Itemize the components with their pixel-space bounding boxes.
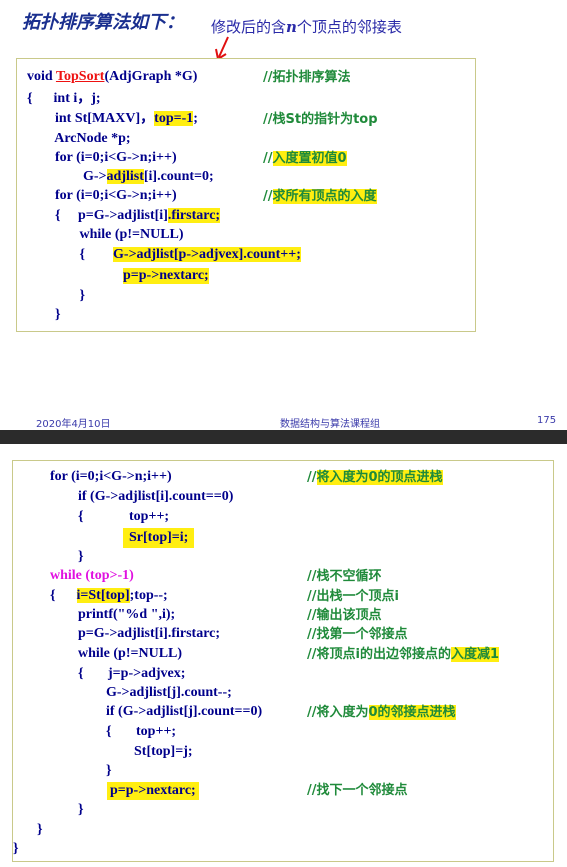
code-line: } — [13, 841, 19, 856]
code-line: { top++; — [50, 724, 177, 739]
highlight: 入度置初值0 — [272, 151, 347, 166]
code-line: if (G->adjlist[i].count==0) — [50, 489, 234, 504]
highlight: 将入度为0的顶点进栈 — [316, 470, 443, 485]
code-line: { G->adjlist[p->adjvex].count++; — [27, 247, 301, 262]
highlight: adjlist — [106, 169, 144, 184]
code-line: while (top>-1) — [50, 568, 134, 583]
subtitle-n: n — [286, 18, 297, 36]
code-line: if (G->adjlist[j].count==0) — [50, 704, 263, 719]
code-line: } — [27, 307, 61, 322]
code-line: p=p->nextarc; — [123, 268, 209, 284]
code-line: { top++; — [50, 509, 170, 524]
footer-date: 2020年4月10日 — [36, 419, 111, 430]
code-comment: //栈St的指针为top — [263, 112, 378, 127]
code-comment: //拓扑排序算法 — [263, 70, 351, 85]
highlight: top=-1 — [154, 111, 194, 126]
code-line: } — [50, 802, 84, 817]
code-comment: //出栈一个顶点i — [307, 589, 399, 604]
code-line: G->adjlist[j].count--; — [50, 685, 232, 700]
code-line: ArcNode *p; — [27, 131, 131, 146]
code-box-1: void TopSort(AdjGraph *G) //拓扑排序算法 { int… — [16, 58, 476, 332]
code-comment: //入度置初值0 — [263, 151, 347, 166]
slide-subtitle: 修改后的含n个顶点的邻接表 — [211, 16, 402, 37]
code-comment: //输出该顶点 — [307, 608, 382, 623]
highlight: 求所有顶点的入度 — [272, 189, 377, 204]
code-comment: //将入度为0的邻接点进栈 — [307, 705, 456, 720]
code-line: } — [27, 288, 86, 303]
slide-title: 拓扑排序算法如下： — [22, 12, 184, 33]
code-line: { j=p->adjvex; — [50, 666, 186, 681]
slide-divider — [0, 430, 567, 444]
highlight: 0的邻接点进栈 — [368, 705, 456, 720]
code-comment: //将入度为0的顶点进栈 — [307, 470, 443, 485]
slide-1: 拓扑排序算法如下： 修改后的含n个顶点的邻接表 void TopSort(Adj… — [0, 0, 567, 430]
code-comment: //将顶点i的出边邻接点的入度减1 — [307, 647, 499, 662]
code-line: for (i=0;i<G->n;i++) — [27, 188, 177, 203]
code-line: printf("%d ",i); — [50, 607, 176, 622]
function-name: TopSort — [55, 69, 105, 84]
subtitle-post: 个顶点的邻接表 — [296, 18, 402, 36]
code-comment: //栈不空循环 — [307, 569, 382, 584]
code-line: while (p!=NULL) — [27, 227, 184, 242]
code-line: } — [23, 822, 43, 837]
code-line: { i=St[top];top--; — [50, 588, 168, 603]
code-line: p=p->nextarc; — [107, 782, 199, 800]
highlight: 入度减1 — [450, 647, 499, 662]
code-line: Sr[top]=i; — [123, 528, 195, 548]
code-line: while (p!=NULL) — [50, 646, 183, 661]
code-line: } — [50, 763, 112, 778]
code-comment: //找下一个邻接点 — [307, 783, 408, 798]
footer-page-number: 175 — [537, 415, 557, 426]
code-line: int St[MAXV]，top=-1; — [27, 111, 198, 126]
code-line: for (i=0;i<G->n;i++) — [50, 469, 172, 484]
code-line: St[top]=j; — [50, 744, 193, 759]
highlight: G->adjlist[p->adjvex].count++; — [113, 247, 301, 262]
subtitle-pre: 修改后的含 — [211, 18, 287, 36]
footer-course: 数据结构与算法课程组 — [280, 419, 380, 430]
code-comment: //求所有顶点的入度 — [263, 189, 377, 204]
highlight: .firstarc; — [167, 208, 221, 223]
code-line: G->adjlist[i].count=0; — [27, 169, 214, 184]
highlight: i=St[top] — [76, 588, 130, 603]
code-comment: //找第一个邻接点 — [307, 627, 408, 642]
code-line: void TopSort(AdjGraph *G) — [27, 69, 198, 84]
code-line: for (i=0;i<G->n;i++) — [27, 150, 177, 165]
code-line: { int i，j; — [27, 91, 101, 106]
code-line: { p=G->adjlist[i].firstarc; — [27, 208, 221, 223]
code-line: p=G->adjlist[i].firstarc; — [50, 626, 221, 641]
code-line: } — [50, 549, 84, 564]
code-box-2: for (i=0;i<G->n;i++) //将入度为0的顶点进栈 if (G-… — [12, 460, 554, 862]
